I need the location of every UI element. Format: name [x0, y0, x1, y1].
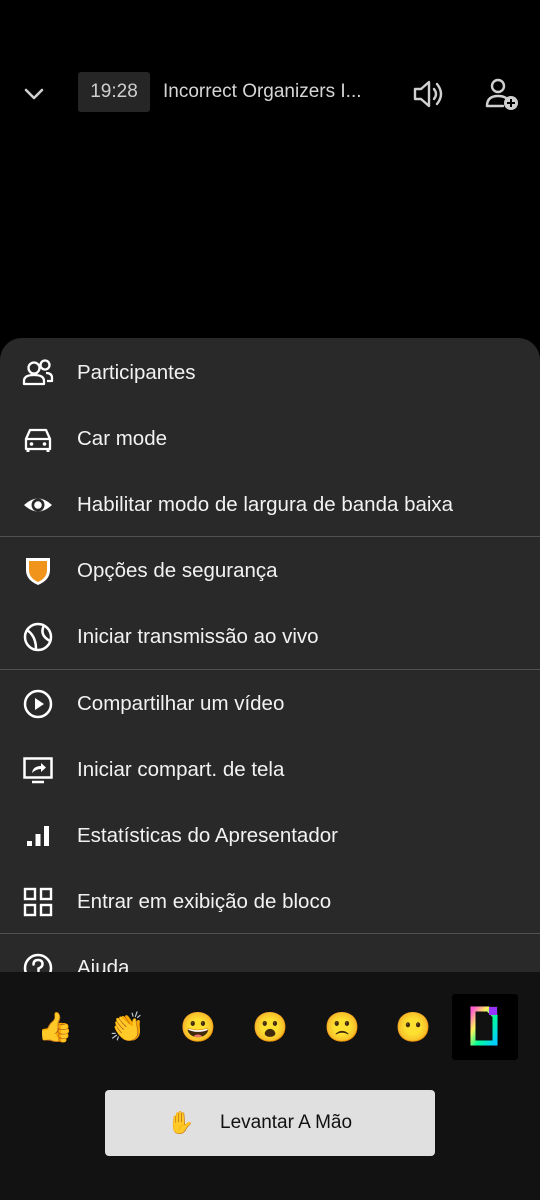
- menu-item-low-bandwidth[interactable]: Habilitar modo de largura de banda baixa: [0, 472, 540, 538]
- add-participant-icon[interactable]: [484, 76, 520, 112]
- menu-item-label: Iniciar compart. de tela: [77, 758, 285, 781]
- menu-item-label: Opções de segurança: [77, 559, 278, 582]
- menu-item-live-stream[interactable]: Iniciar transmissão ao vivo: [0, 604, 540, 670]
- menu-item-label: Car mode: [77, 427, 168, 450]
- globe-icon: [23, 622, 53, 652]
- menu-divider: [0, 536, 540, 537]
- menu-divider: [0, 933, 540, 934]
- menu-item-participants[interactable]: Participantes: [0, 340, 540, 406]
- meeting-timer: 19:28: [78, 72, 150, 112]
- screen-share-icon: [23, 757, 53, 784]
- menu-divider: [0, 669, 540, 670]
- speaker-icon[interactable]: [410, 78, 446, 110]
- status-bar: [0, 0, 540, 52]
- menu-item-label: Iniciar transmissão ao vivo: [77, 625, 319, 648]
- participants-icon: [22, 359, 54, 386]
- raise-hand-button[interactable]: ✋ Levantar A Mão: [105, 1090, 435, 1156]
- play-circle-icon: [23, 689, 53, 719]
- menu-item-car-mode[interactable]: Car mode: [0, 406, 540, 472]
- overflow-menu-sheet: Participantes Car mode Habilitar modo de…: [0, 338, 540, 972]
- menu-item-label: Participantes: [77, 361, 196, 384]
- reaction-sad[interactable]: 🙁: [322, 1008, 362, 1048]
- menu-item-label: Habilitar modo de largura de banda baixa: [77, 493, 454, 516]
- raise-hand-label: Levantar A Mão: [220, 1112, 353, 1133]
- reaction-surprised[interactable]: 😮: [250, 1008, 290, 1048]
- menu-item-speaker-stats[interactable]: Estatísticas do Apresentador: [0, 803, 540, 869]
- menu-item-label: Estatísticas do Apresentador: [77, 824, 338, 847]
- menu-item-tile-view[interactable]: Entrar em exibição de bloco: [0, 869, 540, 935]
- menu-item-security-options[interactable]: Opções de segurança: [0, 538, 540, 604]
- gif-icon: [470, 1006, 498, 1046]
- hand-emoji: ✋: [167, 1110, 195, 1135]
- shield-icon: [26, 558, 50, 585]
- reaction-silence[interactable]: 😶: [393, 1008, 433, 1048]
- reaction-laugh[interactable]: 😀: [178, 1008, 218, 1048]
- car-icon: [24, 428, 52, 452]
- tile-view-icon: [23, 887, 53, 917]
- reaction-thumbs-up[interactable]: 👍: [35, 1008, 75, 1048]
- reaction-clap[interactable]: 👏: [107, 1008, 147, 1048]
- eye-icon: [24, 498, 52, 512]
- menu-item-screen-share[interactable]: Iniciar compart. de tela: [0, 737, 540, 803]
- stats-icon: [27, 826, 49, 846]
- help-icon: [23, 953, 53, 972]
- menu-item-help[interactable]: Ajuda: [0, 935, 540, 972]
- chevron-down-icon[interactable]: [20, 80, 48, 108]
- menu-item-label: Entrar em exibição de bloco: [77, 890, 332, 913]
- menu-item-label: Compartilhar um vídeo: [77, 692, 285, 715]
- gif-button[interactable]: [452, 994, 518, 1060]
- menu-item-share-video[interactable]: Compartilhar um vídeo: [0, 671, 540, 737]
- top-bar: 19:28 Incorrect Organizers I...: [0, 52, 540, 136]
- menu-item-label: Ajuda: [77, 956, 130, 972]
- meeting-title[interactable]: Incorrect Organizers I...: [163, 72, 378, 112]
